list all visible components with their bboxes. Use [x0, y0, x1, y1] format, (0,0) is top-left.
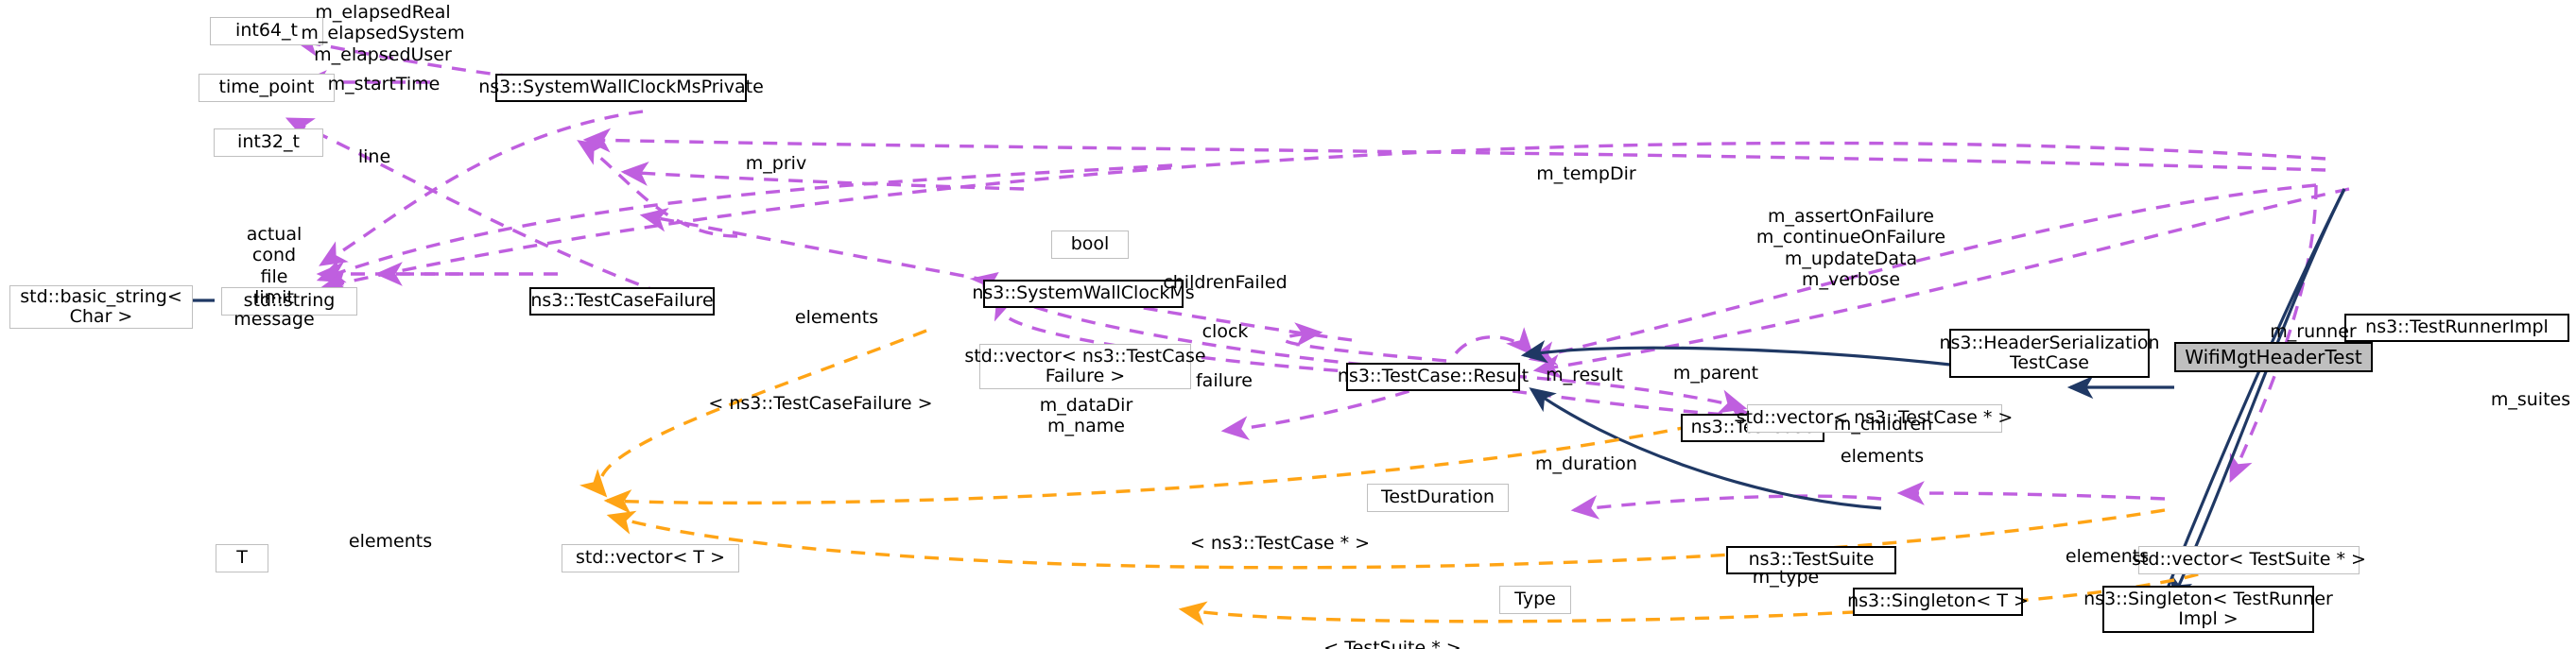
node-bool[interactable]: bool	[1051, 231, 1129, 259]
collaboration-diagram: int64_t time_point int32_t ns3::SystemWa…	[0, 0, 2576, 649]
edge-label-line: line	[357, 146, 391, 167]
edge-label-m-elapsed: m_elapsedReal m_elapsedSystem m_elapsedU…	[301, 2, 465, 65]
node-std-basic-string[interactable]: std::basic_string< Char >	[9, 285, 193, 329]
node-wifimgtheadertest[interactable]: WifiMgtHeaderTest	[2174, 342, 2373, 372]
edge-label-m-result: m_result	[1546, 365, 1623, 385]
edge-tcf-int32	[285, 117, 663, 295]
edge-testcase-result	[1282, 322, 1447, 363]
edge-runner-tempdir	[320, 141, 2326, 295]
edge-label-m-parent: m_parent	[1672, 363, 1759, 384]
edge-label-m-children: m_children	[1833, 414, 1933, 435]
edge-label-elements-3: elements	[348, 531, 433, 552]
node-testduration[interactable]: TestDuration	[1367, 484, 1509, 512]
edge-testcase-parent	[1454, 327, 1534, 356]
edge-label-flags: m_assertOnFailure m_continueOnFailure m_…	[1755, 206, 1946, 291]
edge-label-m-type: m_type	[1752, 567, 1820, 588]
node-ns3-systemwallclockmsprivate[interactable]: ns3::SystemWallClockMsPrivate	[478, 74, 764, 102]
node-ns3-headerserializationtestcase[interactable]: ns3::HeaderSerialization TestCase	[1939, 329, 2160, 378]
edge-label-elements-4: elements	[2065, 546, 2150, 567]
edge-singletonimpl-template	[1178, 565, 2222, 625]
edge-label-elements-1: elements	[794, 307, 879, 328]
node-ns3-singleton-t[interactable]: ns3::Singleton< T >	[1847, 588, 2029, 616]
edge-label-m-starttime: m_startTime	[327, 74, 441, 94]
edge-label-testcase-ptr-template: < ns3::TestCase * >	[1189, 533, 1371, 554]
node-ns3-singleton-testrunnerimpl[interactable]: ns3::Singleton< TestRunner Impl >	[2083, 586, 2333, 633]
edge-label-actual-group: actual cond file limit message	[233, 224, 315, 330]
edge-label-testsuite-ptr-template: < TestSuite * >	[1323, 638, 1461, 649]
edge-label-failure: failure	[1195, 370, 1253, 391]
node-type[interactable]: Type	[1499, 586, 1571, 614]
edge-label-m-priv: m_priv	[745, 153, 807, 174]
node-t-template[interactable]: T	[216, 544, 268, 572]
edge-swcms-bool	[577, 140, 738, 238]
node-std-vector-testcasefailure[interactable]: std::vector< ns3::TestCase Failure >	[964, 344, 1206, 389]
edge-label-childrenfailed: childrenFailed	[1163, 272, 1288, 293]
edge-label-m-datadir: m_dataDir m_name	[1039, 395, 1133, 437]
node-std-vector-t[interactable]: std::vector< T >	[562, 544, 739, 572]
edge-runner-bool	[582, 128, 2326, 172]
edge-tcf-stdstring	[319, 110, 644, 266]
edge-label-m-tempdir: m_tempDir	[1536, 163, 1636, 184]
edge-label-clock: clock	[1202, 321, 1249, 342]
edge-runner-singletonimpl	[2170, 188, 2346, 603]
node-ns3-testcasefailure[interactable]: ns3::TestCaseFailure	[529, 287, 715, 316]
edge-label-m-duration: m_duration	[1535, 453, 1637, 474]
edge-label-m-runner: m_runner	[2270, 321, 2357, 342]
edge-label-elements-2: elements	[1840, 446, 1925, 467]
edge-label-tcf-template: < ns3::TestCaseFailure >	[708, 393, 933, 414]
edge-label-m-suites: m_suites	[2490, 389, 2571, 410]
node-ns3-testcase-result[interactable]: ns3::TestCase::Result	[1338, 363, 1529, 391]
edge-vectsptr-testsuite	[1896, 481, 2166, 505]
node-int32-t[interactable]: int32_t	[214, 128, 323, 157]
